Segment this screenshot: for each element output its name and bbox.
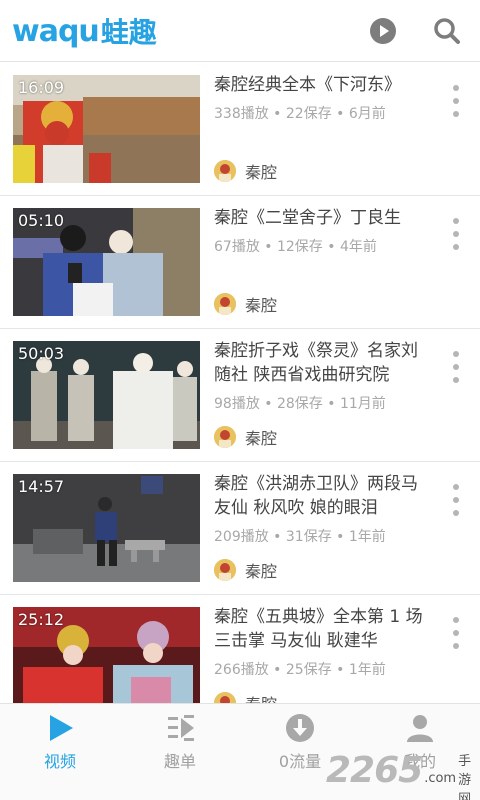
more-dot-icon: [453, 497, 459, 503]
video-thumbnail[interactable]: 50:03: [13, 341, 200, 449]
more-dot-icon: [453, 630, 459, 636]
more-options-button[interactable]: [446, 484, 466, 516]
author-name: 秦腔: [245, 691, 277, 703]
more-options-button[interactable]: [446, 351, 466, 383]
author-name: 秦腔: [245, 163, 278, 182]
person-icon: [407, 715, 433, 742]
video-thumbnail[interactable]: 25:12: [13, 607, 200, 703]
video-title[interactable]: 秦腔《洪湖赤卫队》两段马友仙 秋风吹 娘的眼泪: [214, 472, 434, 520]
video-author[interactable]: 秦腔: [214, 691, 277, 703]
logo-latin-text: waqu: [12, 13, 100, 49]
video-duration: 25:12: [18, 610, 65, 629]
video-title[interactable]: 秦腔经典全本《下河东》: [214, 73, 434, 97]
more-dot-icon: [453, 111, 459, 117]
video-meta: 67播放 • 12保存 • 4年前: [214, 239, 377, 255]
more-dot-icon: [453, 510, 459, 516]
more-dot-icon: [453, 98, 459, 104]
top-header: waqu 蛙趣: [0, 0, 480, 62]
site-watermark: 2265 .com 手游网: [326, 745, 480, 800]
video-list-item[interactable]: 05:10 秦腔《二堂舍子》丁良生 67播放 • 12保存 • 4年前 秦腔: [0, 196, 480, 329]
watermark-number: 2265: [326, 749, 423, 791]
more-dot-icon: [453, 643, 459, 649]
logo-chinese-text: 蛙趣: [100, 16, 157, 49]
more-dot-icon: [453, 364, 459, 370]
video-list-item[interactable]: 14:57 秦腔《洪湖赤卫队》两段马友仙 秋风吹 娘的眼泪 209播放 • 31…: [0, 462, 480, 595]
more-options-button[interactable]: [446, 85, 466, 117]
video-title[interactable]: 秦腔折子戏《祭灵》名家刘随社 陕西省戏曲研究院: [214, 339, 434, 387]
video-author[interactable]: 秦腔: [214, 558, 277, 582]
tab-label: 趣单: [163, 752, 196, 771]
video-duration: 16:09: [18, 78, 65, 97]
author-avatar: [214, 160, 236, 182]
search-button[interactable]: [430, 14, 464, 48]
watermark-dotcom: .com: [424, 770, 457, 786]
video-duration: 14:57: [18, 477, 65, 496]
video-list-item[interactable]: 16:09 秦腔经典全本《下河东》 338播放 • 22保存 • 6月前 秦腔: [0, 63, 480, 196]
author-avatar: [214, 426, 236, 448]
more-dot-icon: [453, 231, 459, 237]
tab-videos[interactable]: 视频: [0, 704, 120, 800]
author-name: 秦腔: [245, 429, 278, 448]
author-avatar: [214, 293, 236, 315]
playlist-icon: [168, 715, 194, 741]
search-icon: [434, 18, 460, 44]
video-meta: 98播放 • 28保存 • 11月前: [214, 396, 386, 412]
author-avatar: [214, 559, 236, 581]
video-duration: 05:10: [18, 211, 65, 230]
video-meta: 209播放 • 31保存 • 1年前: [214, 529, 386, 545]
play-triangle-icon: [50, 715, 73, 741]
video-thumbnail[interactable]: 14:57: [13, 474, 200, 582]
more-dot-icon: [453, 85, 459, 91]
tab-label: 视频: [43, 752, 76, 771]
play-history-button[interactable]: [366, 14, 400, 48]
video-author[interactable]: 秦腔: [214, 292, 277, 316]
more-options-button[interactable]: [446, 617, 466, 649]
more-options-button[interactable]: [446, 218, 466, 250]
download-circle-icon: [286, 714, 314, 742]
more-dot-icon: [453, 218, 459, 224]
more-dot-icon: [453, 377, 459, 383]
author-name: 秦腔: [245, 296, 278, 315]
author-name: 秦腔: [245, 562, 278, 581]
video-author[interactable]: 秦腔: [214, 159, 277, 183]
play-circle-icon: [370, 18, 396, 44]
video-thumbnail[interactable]: 05:10: [13, 208, 200, 316]
more-dot-icon: [453, 244, 459, 250]
watermark-text: 手游网: [458, 753, 472, 800]
video-thumbnail[interactable]: 16:09: [13, 75, 200, 183]
more-dot-icon: [453, 351, 459, 357]
author-avatar: [214, 692, 236, 703]
video-author[interactable]: 秦腔: [214, 425, 277, 449]
more-dot-icon: [453, 617, 459, 623]
more-dot-icon: [453, 484, 459, 490]
video-list-item[interactable]: 25:12 秦腔《五典坡》全本第 1 场三击掌 马友仙 耿建华 266播放 • …: [0, 595, 480, 703]
video-duration: 50:03: [18, 344, 65, 363]
video-meta: 266播放 • 25保存 • 1年前: [214, 662, 386, 678]
app-root: waqu 蛙趣 16:09 秦腔经典全本《下河东》 338播放 • 22保存 •…: [0, 0, 480, 800]
waqu-logo[interactable]: waqu 蛙趣: [12, 12, 157, 50]
tab-playlists[interactable]: 趣单: [120, 704, 240, 800]
video-title[interactable]: 秦腔《五典坡》全本第 1 场三击掌 马友仙 耿建华: [214, 605, 434, 653]
video-meta: 338播放 • 22保存 • 6月前: [214, 106, 386, 122]
video-title[interactable]: 秦腔《二堂舍子》丁良生: [214, 206, 434, 230]
video-list[interactable]: 16:09 秦腔经典全本《下河东》 338播放 • 22保存 • 6月前 秦腔: [0, 63, 480, 703]
video-list-item[interactable]: 50:03 秦腔折子戏《祭灵》名家刘随社 陕西省戏曲研究院 98播放 • 28保…: [0, 329, 480, 462]
